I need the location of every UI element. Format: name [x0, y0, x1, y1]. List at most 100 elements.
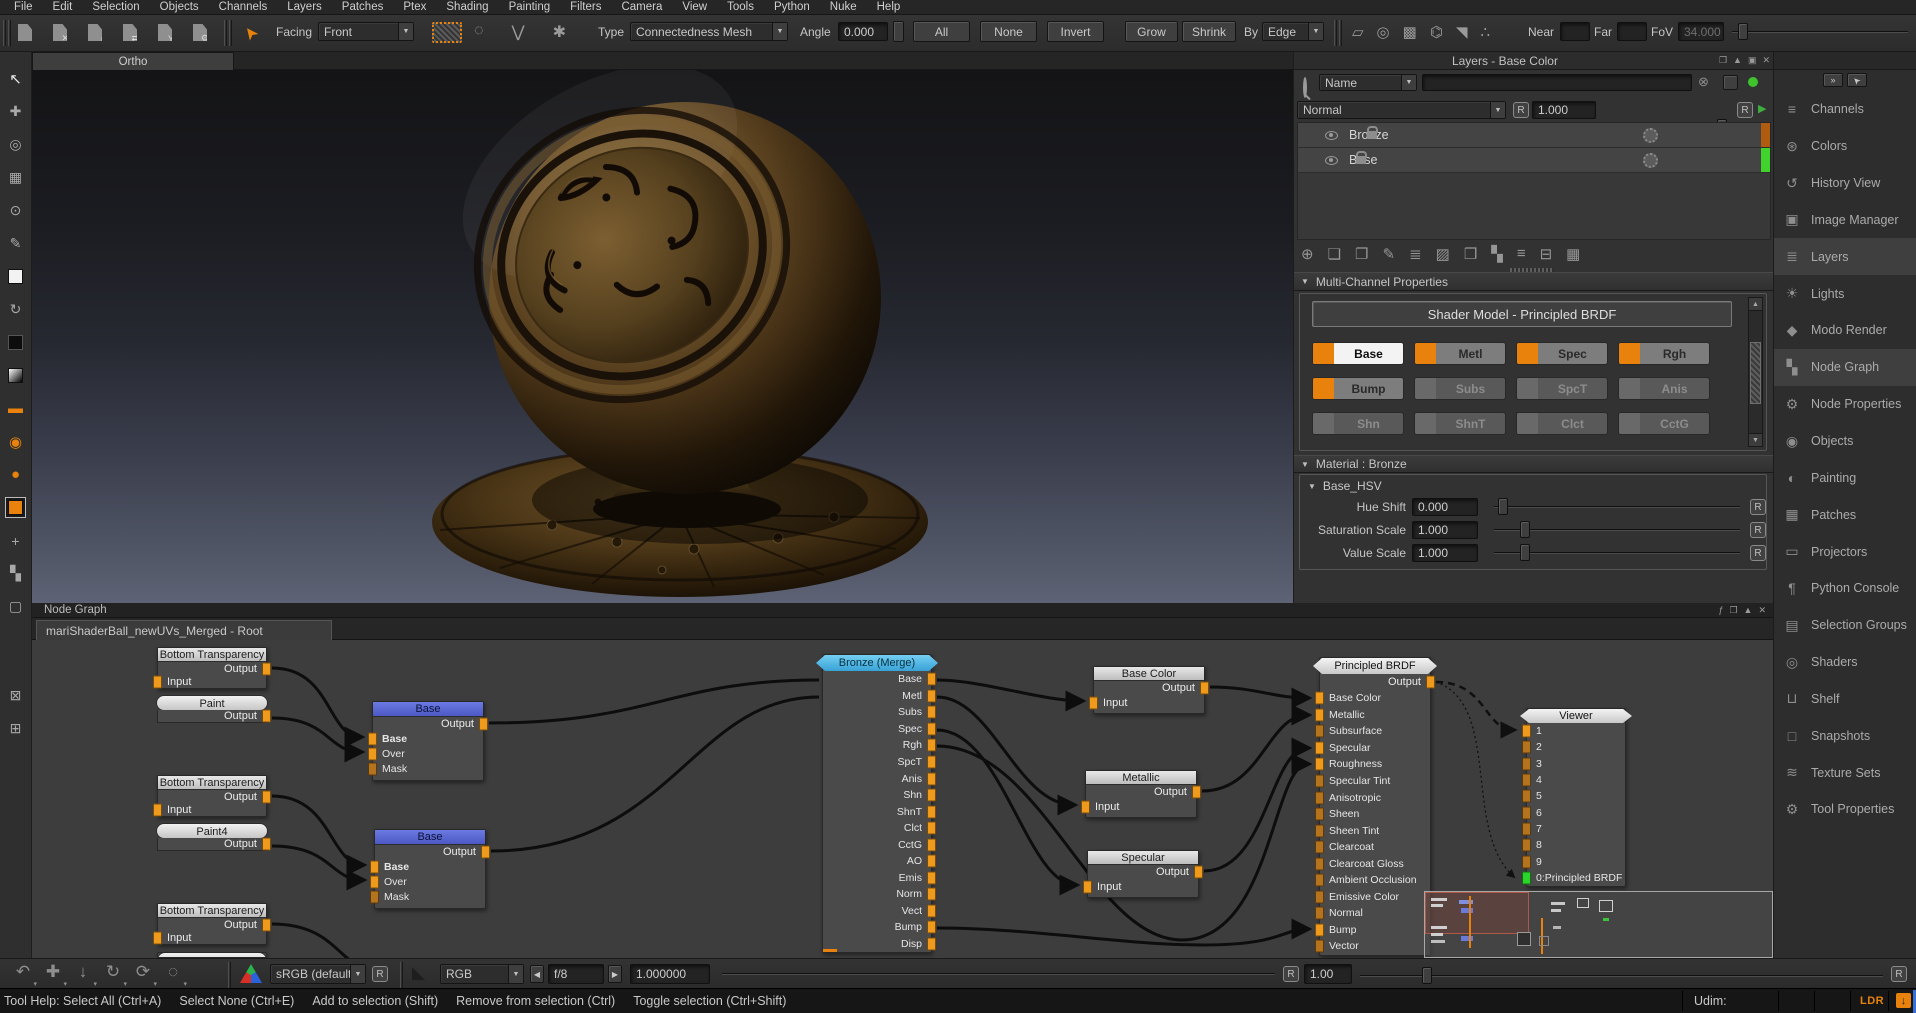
reset-button[interactable]: R: [1750, 522, 1766, 538]
input-port[interactable]: [368, 762, 377, 775]
gain-slider[interactable]: [1360, 975, 1883, 977]
input-port[interactable]: [153, 803, 162, 816]
panel-header-icon[interactable]: ✕: [1758, 605, 1766, 616]
input-port[interactable]: [368, 747, 377, 760]
node-principled-brdf[interactable]: Principled BRDF Output Base ColorMetalli…: [1319, 657, 1431, 956]
channel-toggle-button[interactable]: CctG: [1618, 412, 1710, 435]
selection-tool-icon[interactable]: ✱: [553, 22, 566, 42]
toolbar-grip[interactable]: [1339, 20, 1342, 46]
shrink-button[interactable]: Shrink: [1182, 21, 1236, 42]
palette-header-icon[interactable]: ▣: [1748, 55, 1757, 66]
reset-button[interactable]: R: [1750, 499, 1766, 515]
input-port[interactable]: [1315, 940, 1324, 953]
visibility-eye-icon[interactable]: [1325, 131, 1338, 140]
palette-item[interactable]: ≋ Texture Sets: [1774, 754, 1916, 791]
scroll-down-icon[interactable]: ▼: [1749, 433, 1762, 446]
menu-item[interactable]: Channels: [209, 0, 278, 15]
output-port[interactable]: [927, 938, 936, 951]
toolbar-grip[interactable]: [3, 20, 6, 46]
view-nav-icon[interactable]: ⟳▾: [128, 962, 158, 986]
invert-button[interactable]: Invert: [1047, 21, 1104, 42]
output-port[interactable]: [927, 871, 936, 884]
reset-opacity-button[interactable]: R: [1737, 102, 1753, 118]
layer-action-icon[interactable]: ⊕: [1301, 245, 1314, 263]
toolbar-grip[interactable]: [1334, 20, 1337, 46]
tool-icon[interactable]: ✎: [0, 227, 31, 260]
palette-item[interactable]: ◐ Painting: [1774, 459, 1916, 496]
input-port[interactable]: [153, 931, 162, 944]
output-port[interactable]: [262, 710, 271, 723]
menu-item[interactable]: Objects: [150, 0, 209, 15]
palette-item[interactable]: ◉ Objects: [1774, 423, 1916, 460]
output-port[interactable]: [927, 822, 936, 835]
tool-icon[interactable]: [0, 491, 31, 524]
tool-icon[interactable]: ↻: [0, 293, 31, 326]
input-port[interactable]: [370, 875, 379, 888]
output-port[interactable]: [927, 772, 936, 785]
tool-icon[interactable]: ▬: [0, 392, 31, 425]
channel-toggle-button[interactable]: Bump: [1312, 377, 1404, 400]
palette-item[interactable]: ▭ Projectors: [1774, 533, 1916, 570]
saturation-field[interactable]: 1.000: [1412, 521, 1478, 539]
output-port[interactable]: [1200, 682, 1209, 695]
palette-item[interactable]: ⚙ Tool Properties: [1774, 791, 1916, 828]
reset-colorspace-button[interactable]: R: [372, 966, 388, 982]
projection-mode-icon[interactable]: ▩: [1403, 23, 1417, 41]
menu-item[interactable]: Layers: [277, 0, 332, 15]
tool-icon[interactable]: ▦: [0, 161, 31, 194]
channel-toggle-button[interactable]: Spec: [1516, 342, 1608, 365]
input-port[interactable]: [1522, 871, 1531, 884]
tool-icon[interactable]: ◉: [0, 425, 31, 458]
palette-item[interactable]: ≡ Channels: [1774, 91, 1916, 128]
layer-action-icon[interactable]: ▨: [1436, 245, 1450, 263]
output-port[interactable]: [927, 722, 936, 735]
facing-dropdown[interactable]: Front▼: [318, 22, 414, 41]
channel-dropdown[interactable]: RGB▼: [440, 964, 524, 984]
node-bottom-transparency[interactable]: Bottom Transparency Output Input: [157, 775, 267, 817]
select-none-button[interactable]: None: [980, 21, 1037, 42]
view-nav-icon[interactable]: ✚▾: [38, 962, 68, 986]
output-port[interactable]: [262, 790, 271, 803]
menu-item[interactable]: Selection: [82, 0, 149, 15]
input-port[interactable]: [1315, 874, 1324, 887]
node-base[interactable]: Base Output BaseOverMask: [374, 829, 486, 909]
view-nav-icon[interactable]: ↻▾: [98, 962, 128, 986]
palette-header-icon[interactable]: ▲: [1733, 55, 1742, 66]
output-port[interactable]: [262, 838, 271, 851]
ldr-badge[interactable]: LDR: [1860, 995, 1884, 1007]
output-port[interactable]: [927, 756, 936, 769]
channel-toggle-button[interactable]: Base: [1312, 342, 1404, 365]
layer-action-icon[interactable]: ≡: [1517, 245, 1526, 263]
input-port[interactable]: [153, 675, 162, 688]
project-file-icon[interactable]: ⚙: [193, 24, 207, 41]
clear-filter-icon[interactable]: ⊗: [1698, 74, 1709, 90]
tool-icon[interactable]: ⊞: [0, 712, 31, 745]
input-port[interactable]: [1315, 841, 1324, 854]
select-all-button[interactable]: All: [913, 21, 970, 42]
palette-item[interactable]: ▣ Image Manager: [1774, 202, 1916, 239]
output-port[interactable]: [1192, 786, 1201, 799]
palette-item[interactable]: ⚙ Node Properties: [1774, 386, 1916, 423]
shader-model-button[interactable]: Shader Model - Principled BRDF: [1312, 301, 1732, 327]
palette-item[interactable]: ▤ Selection Groups: [1774, 607, 1916, 644]
filter-input[interactable]: [1422, 74, 1692, 91]
multichannel-scrollbar[interactable]: ▲ ▼: [1748, 297, 1763, 447]
project-file-icon[interactable]: [18, 24, 32, 41]
input-port[interactable]: [1315, 692, 1324, 705]
output-port[interactable]: [927, 739, 936, 752]
nodegraph-minimap[interactable]: [1424, 891, 1773, 958]
output-port[interactable]: [262, 918, 271, 931]
menu-item[interactable]: Shading: [436, 0, 498, 15]
panel-header-icon[interactable]: ƒ: [1718, 605, 1723, 616]
near-field[interactable]: [1560, 22, 1590, 41]
node-base[interactable]: Base Output BaseOverMask: [372, 701, 484, 781]
palette-item[interactable]: ⊔ Shelf: [1774, 681, 1916, 718]
projection-mode-icon[interactable]: ∴: [1480, 23, 1490, 41]
menu-item[interactable]: Painting: [499, 0, 561, 15]
selection-tool-icon[interactable]: ⋁: [512, 22, 525, 42]
input-port[interactable]: [1522, 725, 1531, 738]
output-port[interactable]: [927, 855, 936, 868]
output-port[interactable]: [927, 689, 936, 702]
input-port[interactable]: [1315, 708, 1324, 721]
input-port[interactable]: [1522, 855, 1531, 868]
